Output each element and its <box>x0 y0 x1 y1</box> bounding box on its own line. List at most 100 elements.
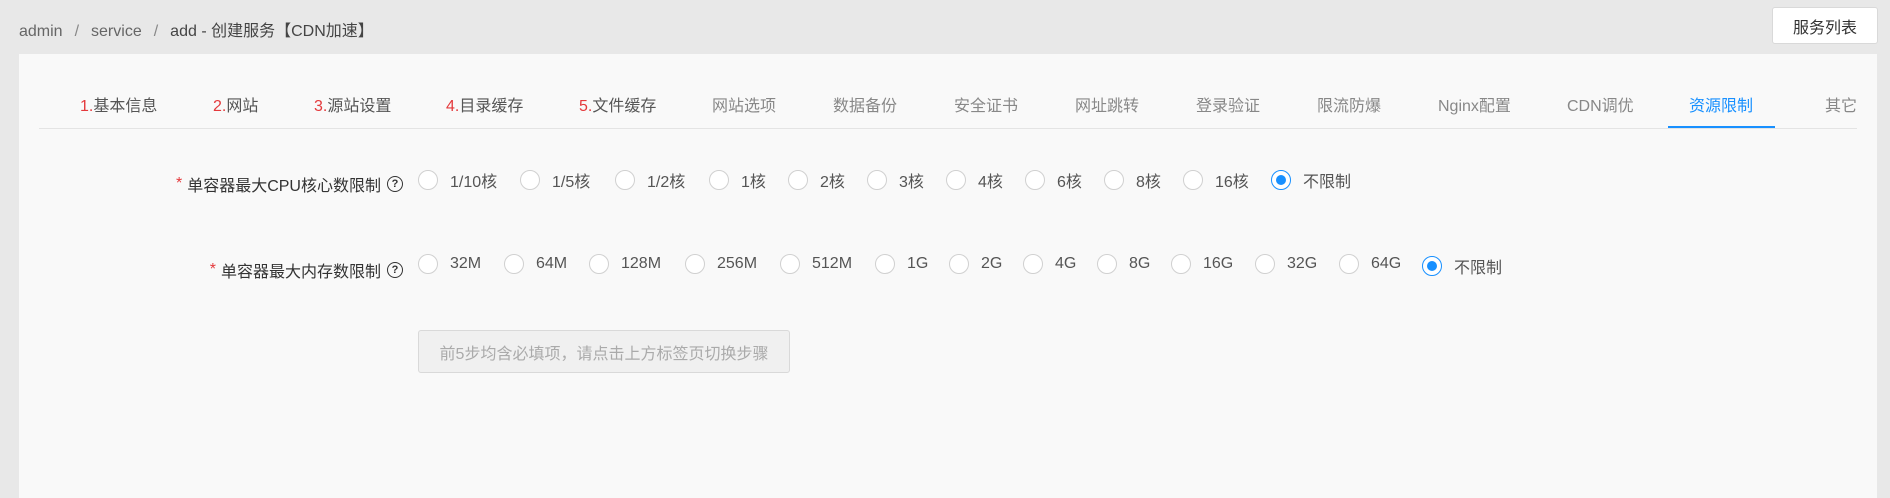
radio-circle[interactable] <box>418 254 438 274</box>
radio-circle[interactable] <box>1025 170 1045 190</box>
cpu-option-8[interactable]: 8核 <box>1104 168 1161 192</box>
radio-circle-checked[interactable] <box>1271 170 1291 190</box>
help-icon[interactable]: ? <box>387 262 403 278</box>
cpu-option-4[interactable]: 4核 <box>946 168 1003 192</box>
radio-label: 1核 <box>741 174 766 191</box>
tab-website-options[interactable]: 网站选项 <box>712 92 776 116</box>
radio-label: 不限制 <box>1454 260 1503 277</box>
memory-option-256m[interactable]: 256M <box>685 254 757 274</box>
memory-limit-label-text: 单容器最大内存数限制 <box>220 264 381 281</box>
radio-circle[interactable] <box>615 170 635 190</box>
radio-circle[interactable] <box>780 254 800 274</box>
memory-option-512m[interactable]: 512M <box>780 254 852 274</box>
step-hint-button[interactable]: 前5步均含必填项，请点击上方标签页切换步骤 <box>418 330 790 373</box>
cpu-limit-label: * 单容器最大CPU核心数限制? <box>176 172 403 196</box>
radio-label: 不限制 <box>1303 174 1352 191</box>
tab-label: 文件缓存 <box>592 98 657 115</box>
memory-option-32m[interactable]: 32M <box>418 254 481 274</box>
radio-label: 6核 <box>1057 174 1082 191</box>
radio-label: 1/2核 <box>647 174 686 191</box>
radio-label: 256M <box>717 255 758 272</box>
cpu-option-1-2[interactable]: 1/2核 <box>615 168 685 192</box>
tab-url-redirect[interactable]: 网址跳转 <box>1075 92 1139 116</box>
radio-circle[interactable] <box>1339 254 1359 274</box>
radio-label: 16核 <box>1215 174 1249 191</box>
tab-label: 基本信息 <box>93 98 158 115</box>
radio-circle[interactable] <box>1255 254 1275 274</box>
radio-label: 4G <box>1055 255 1077 272</box>
radio-circle-checked[interactable] <box>1422 256 1442 276</box>
radio-circle[interactable] <box>949 254 969 274</box>
page-title: - 创建服务【CDN加速】 <box>201 23 374 40</box>
radio-circle[interactable] <box>520 170 540 190</box>
radio-label: 512M <box>812 255 853 272</box>
radio-circle[interactable] <box>709 170 729 190</box>
radio-circle[interactable] <box>1183 170 1203 190</box>
radio-circle[interactable] <box>875 254 895 274</box>
cpu-option-1[interactable]: 1核 <box>709 168 766 192</box>
radio-circle[interactable] <box>1171 254 1191 274</box>
cpu-option-1-5[interactable]: 1/5核 <box>520 168 590 192</box>
breadcrumb-admin[interactable]: admin <box>19 23 63 40</box>
memory-option-64g[interactable]: 64G <box>1339 254 1401 274</box>
tab-origin-settings[interactable]: 3.源站设置 <box>314 92 391 116</box>
radio-circle[interactable] <box>504 254 524 274</box>
breadcrumb-service[interactable]: service <box>91 23 142 40</box>
cpu-option-16[interactable]: 16核 <box>1183 168 1249 192</box>
radio-circle[interactable] <box>788 170 808 190</box>
breadcrumb-separator: / <box>153 23 159 40</box>
service-list-button[interactable]: 服务列表 <box>1772 7 1878 44</box>
memory-option-64m[interactable]: 64M <box>504 254 567 274</box>
tab-rate-limit[interactable]: 限流防爆 <box>1317 92 1381 116</box>
radio-circle[interactable] <box>1023 254 1043 274</box>
radio-label: 64M <box>536 255 568 272</box>
memory-option-32g[interactable]: 32G <box>1255 254 1317 274</box>
memory-option-unlimited[interactable]: 不限制 <box>1422 254 1502 278</box>
memory-limit-row: * 单容器最大内存数限制? 32M 64M 128M 256M 512M 1G 2… <box>19 254 1877 284</box>
help-icon[interactable]: ? <box>387 176 403 192</box>
memory-option-128m[interactable]: 128M <box>589 254 661 274</box>
memory-option-16g[interactable]: 16G <box>1171 254 1233 274</box>
radio-label: 2G <box>981 255 1003 272</box>
radio-label: 8核 <box>1136 174 1161 191</box>
radio-label: 2核 <box>820 174 845 191</box>
radio-circle[interactable] <box>1104 170 1124 190</box>
tab-label: 目录缓存 <box>459 98 524 115</box>
memory-option-1g[interactable]: 1G <box>875 254 928 274</box>
tab-resource-limit[interactable]: 资源限制 <box>1689 92 1753 116</box>
tab-directory-cache[interactable]: 4.目录缓存 <box>446 92 523 116</box>
radio-circle[interactable] <box>685 254 705 274</box>
radio-label: 1G <box>907 255 929 272</box>
tab-data-backup[interactable]: 数据备份 <box>833 92 897 116</box>
tab-cdn-tuning[interactable]: CDN调优 <box>1567 92 1634 116</box>
tab-login-auth[interactable]: 登录验证 <box>1196 92 1260 116</box>
radio-label: 1/5核 <box>552 174 591 191</box>
tab-nginx-config[interactable]: Nginx配置 <box>1438 92 1511 116</box>
tab-step-number: 3. <box>314 98 328 115</box>
radio-circle[interactable] <box>418 170 438 190</box>
tab-step-number: 5. <box>579 98 593 115</box>
cpu-option-unlimited[interactable]: 不限制 <box>1271 168 1351 192</box>
tab-ssl-certificate[interactable]: 安全证书 <box>954 92 1018 116</box>
memory-limit-label: * 单容器最大内存数限制? <box>210 258 403 282</box>
tab-other[interactable]: 其它 <box>1825 92 1857 116</box>
radio-circle[interactable] <box>867 170 887 190</box>
active-tab-indicator <box>1668 126 1775 128</box>
memory-option-8g[interactable]: 8G <box>1097 254 1150 274</box>
tab-basic-info[interactable]: 1.基本信息 <box>80 92 157 116</box>
cpu-option-2[interactable]: 2核 <box>788 168 845 192</box>
radio-label: 8G <box>1129 255 1151 272</box>
required-mark: * <box>175 175 183 192</box>
cpu-option-6[interactable]: 6核 <box>1025 168 1082 192</box>
radio-circle[interactable] <box>946 170 966 190</box>
cpu-option-3[interactable]: 3核 <box>867 168 924 192</box>
radio-label: 3核 <box>899 174 924 191</box>
tab-file-cache[interactable]: 5.文件缓存 <box>579 92 656 116</box>
radio-circle[interactable] <box>589 254 609 274</box>
radio-circle[interactable] <box>1097 254 1117 274</box>
memory-option-2g[interactable]: 2G <box>949 254 1002 274</box>
memory-option-4g[interactable]: 4G <box>1023 254 1076 274</box>
tab-website[interactable]: 2.网站 <box>213 92 258 116</box>
cpu-option-1-10[interactable]: 1/10核 <box>418 168 497 192</box>
cpu-limit-row: * 单容器最大CPU核心数限制? 1/10核 1/5核 1/2核 1核 2核 3核… <box>19 168 1877 198</box>
